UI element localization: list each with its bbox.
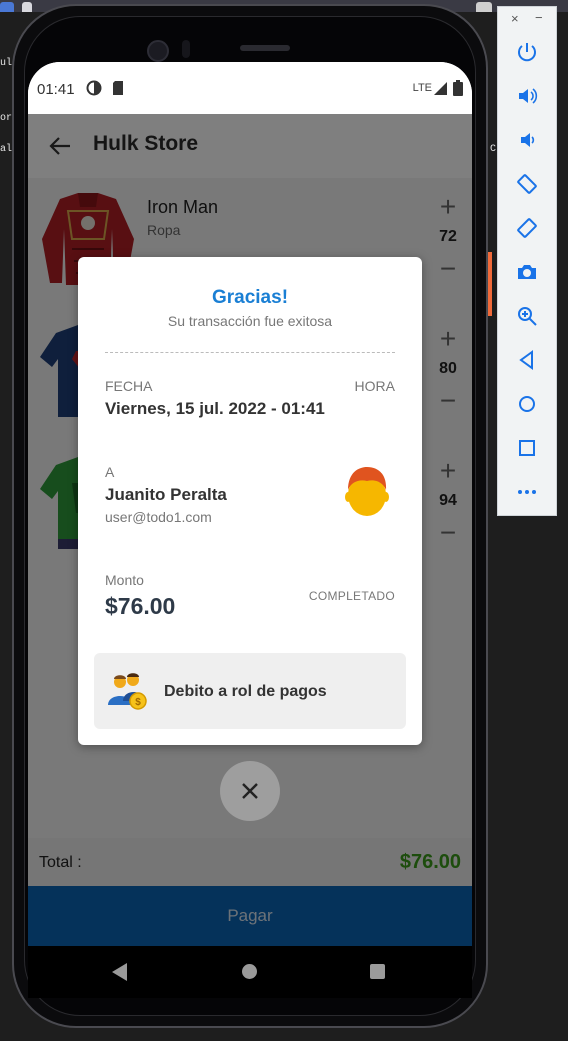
proximity-sensor xyxy=(182,40,190,58)
status-bar: 01:41 LTE xyxy=(28,62,472,114)
camera-icon[interactable] xyxy=(516,261,538,283)
close-icon xyxy=(242,783,258,799)
front-camera xyxy=(147,40,169,62)
desktop-text-fragment: ul xyxy=(0,58,13,69)
sim-card-icon xyxy=(113,81,123,95)
emulator-resize-handle[interactable] xyxy=(488,252,492,316)
home-icon[interactable] xyxy=(516,393,538,415)
dashed-divider xyxy=(105,352,395,353)
date-label: FECHA xyxy=(105,378,153,394)
rotate-left-icon[interactable] xyxy=(516,173,538,195)
power-icon[interactable] xyxy=(516,41,538,63)
volume-down-icon[interactable] xyxy=(516,129,538,151)
desktop-text-fragment: or xyxy=(0,113,13,124)
device-screen: 01:41 LTE Hulk Store xyxy=(28,62,472,998)
status-time: 01:41 xyxy=(37,81,75,98)
minimize-icon[interactable]: − xyxy=(535,10,543,25)
payroll-people-icon: $ xyxy=(108,673,147,710)
earpiece-speaker xyxy=(240,45,290,51)
emulator-toolbar: × − xyxy=(497,6,557,516)
nav-home-icon[interactable] xyxy=(242,964,257,979)
time-label: HORA xyxy=(354,378,395,394)
recipient-name: Juanito Peralta xyxy=(105,485,227,504)
data-saver-icon xyxy=(86,80,102,96)
volume-up-icon[interactable] xyxy=(516,85,538,107)
recipient-email: user@todo1.com xyxy=(105,509,212,525)
back-icon[interactable] xyxy=(516,349,538,371)
date-value: Viernes, 15 jul. 2022 - 01:41 xyxy=(105,399,325,418)
success-dialog: Gracias! Su transacción fue exitosa FECH… xyxy=(78,257,422,745)
zoom-icon[interactable] xyxy=(516,305,538,327)
close-icon[interactable]: × xyxy=(511,11,519,26)
desktop-tab-icon[interactable] xyxy=(0,2,14,12)
payment-method: $ Debito a rol de pagos xyxy=(94,653,406,729)
svg-text:$: $ xyxy=(135,697,141,708)
nav-back-icon[interactable] xyxy=(112,963,127,981)
desktop-tab[interactable] xyxy=(22,2,32,12)
desktop-tab-chrome[interactable] xyxy=(476,2,492,12)
amount-value: $76.00 xyxy=(105,593,176,619)
more-icon[interactable] xyxy=(516,481,538,503)
nav-recents-icon[interactable] xyxy=(370,964,385,979)
status-badge: COMPLETADO xyxy=(308,589,395,603)
desktop-text-fragment: al xyxy=(0,144,13,155)
dialog-title: Gracias! xyxy=(211,287,289,308)
signal-icon xyxy=(434,82,447,95)
recipient-label: A xyxy=(105,464,115,480)
rotate-right-icon[interactable] xyxy=(516,217,538,239)
network-type: LTE xyxy=(412,82,432,94)
overview-icon[interactable] xyxy=(516,437,538,459)
system-nav-bar xyxy=(28,946,472,998)
close-dialog-button[interactable] xyxy=(220,761,280,821)
battery-icon xyxy=(453,80,463,96)
avatar xyxy=(345,467,389,516)
payment-method-label: Debito a rol de pagos xyxy=(164,683,327,700)
amount-label: Monto xyxy=(105,572,144,588)
dialog-subtitle: Su transacción fue exitosa xyxy=(167,313,333,329)
